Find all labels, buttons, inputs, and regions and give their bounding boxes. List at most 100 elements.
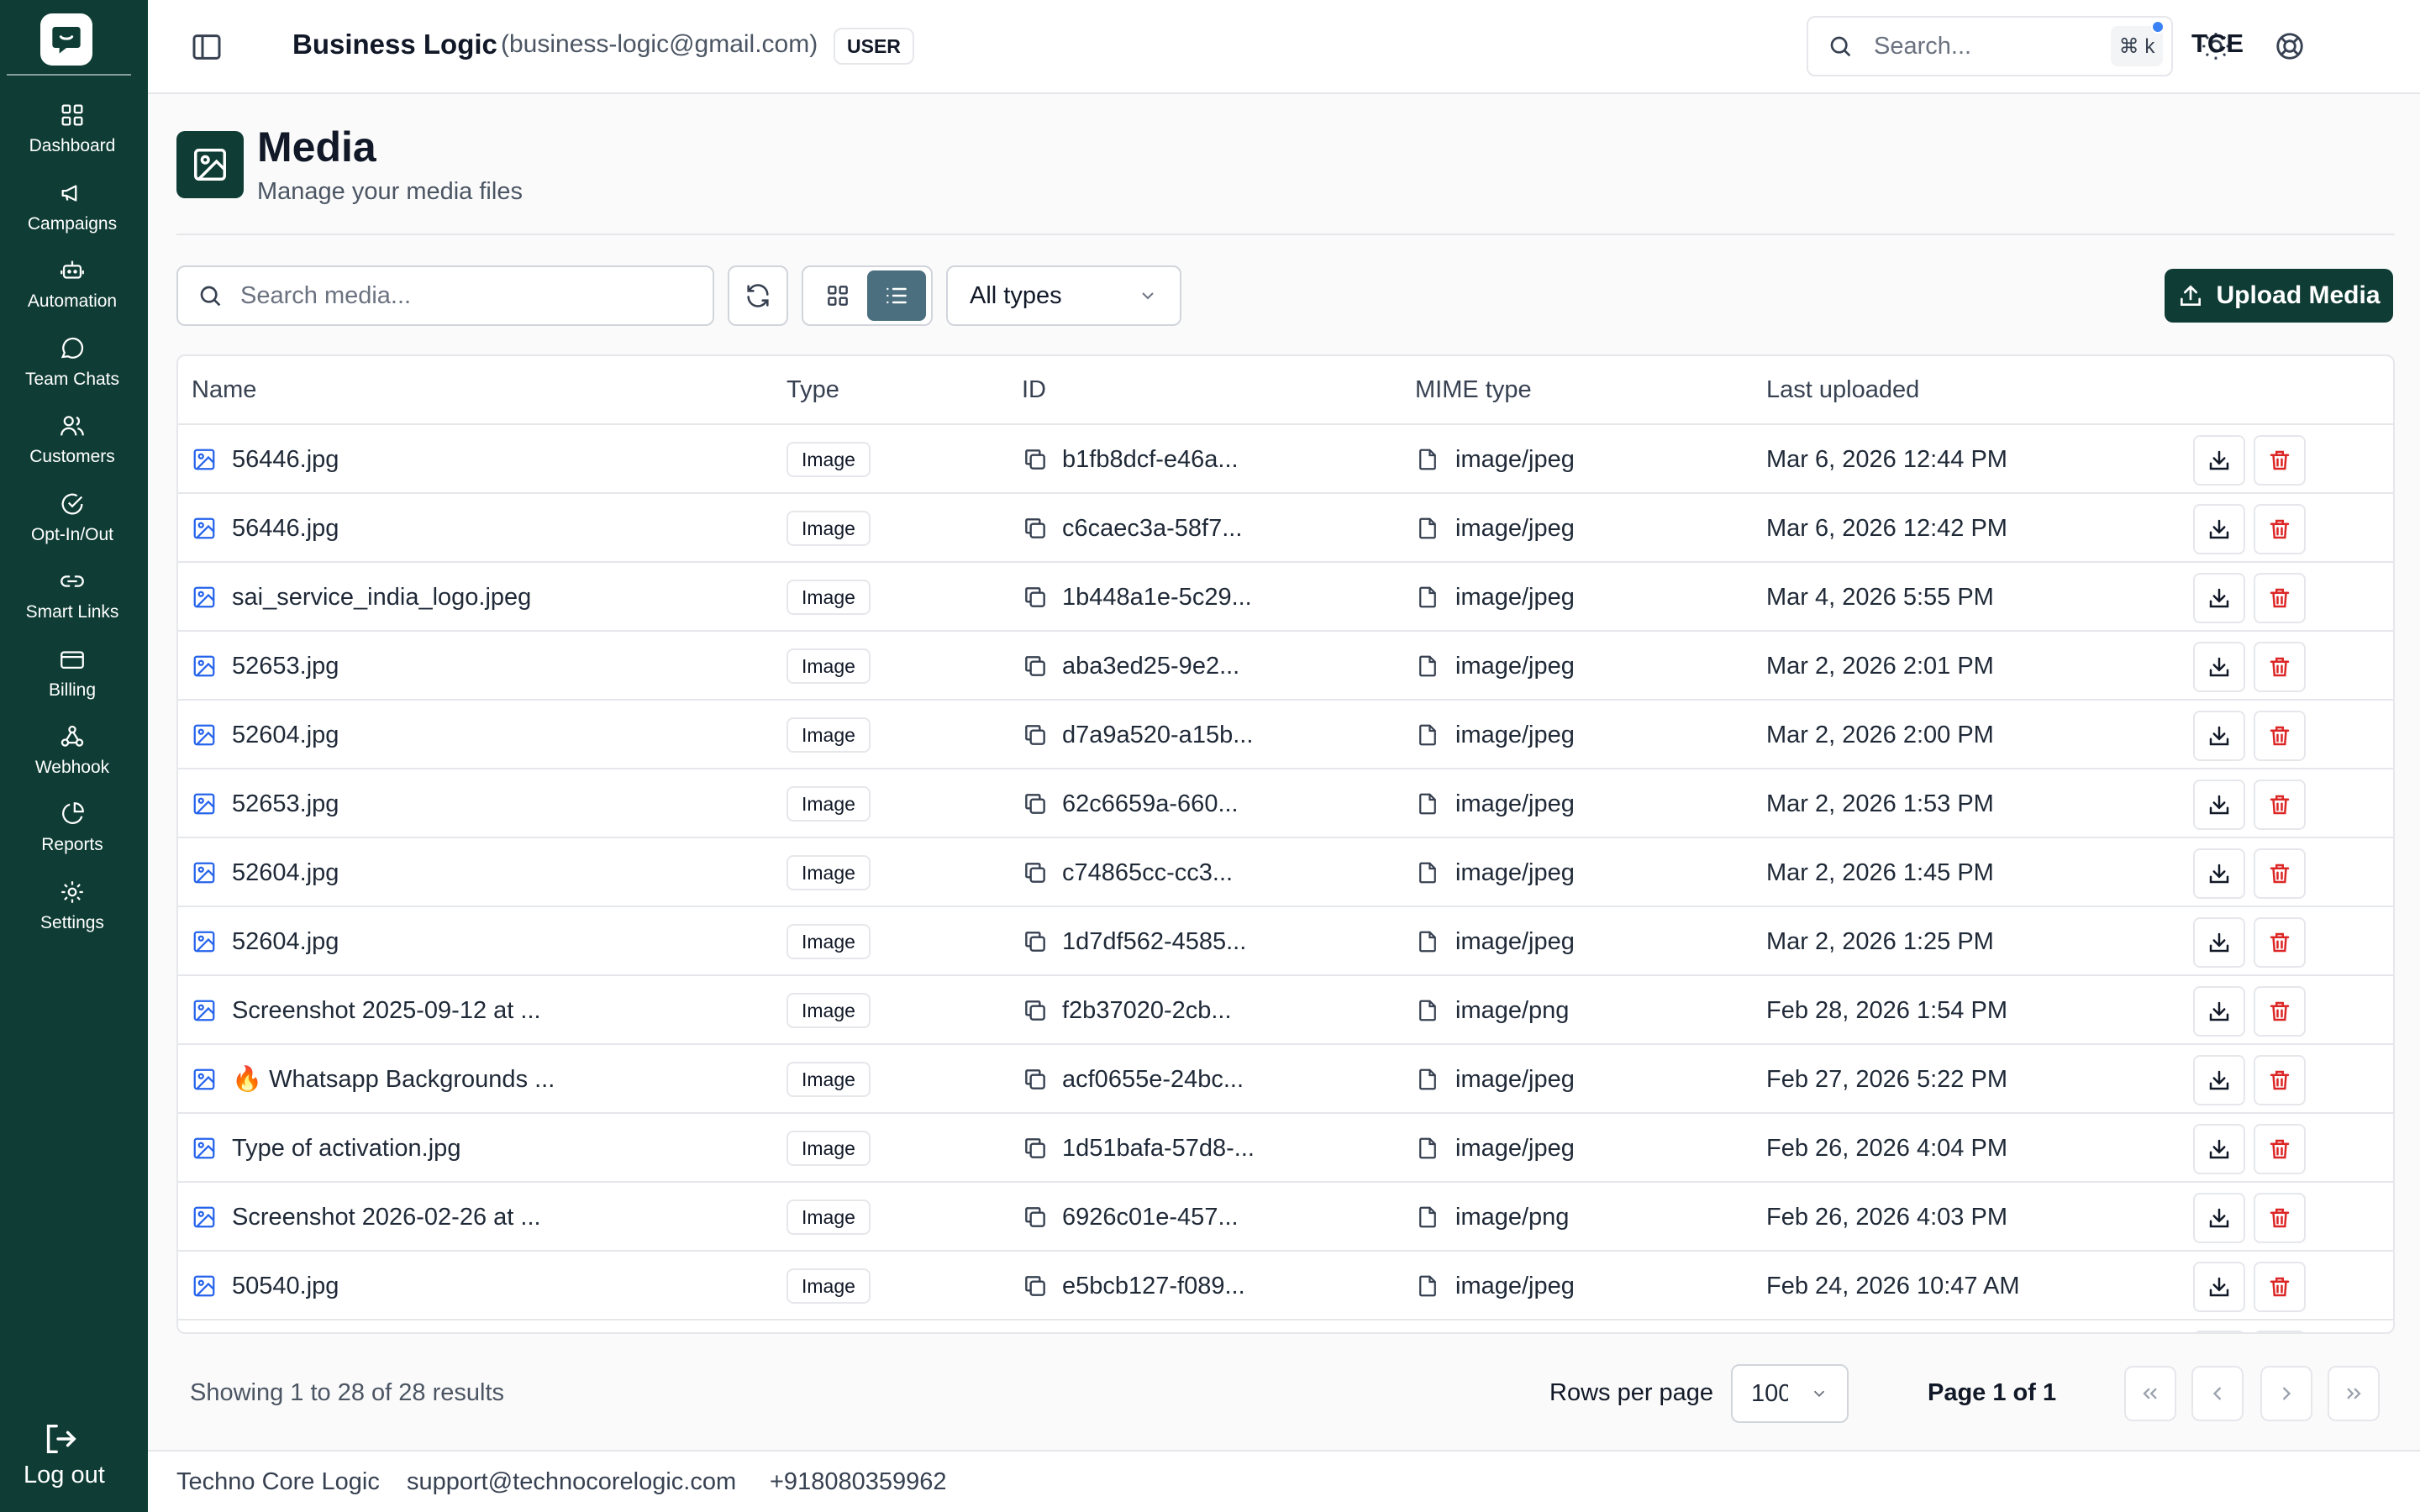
sidebar-item-opt-in-out[interactable]: Opt-In/Out <box>0 490 145 559</box>
column-header-name[interactable]: Name <box>192 376 256 404</box>
footer-phone[interactable]: +918080359962 <box>770 1468 946 1496</box>
table-row[interactable]: 52604.jpg Image d7a9a520-a15b... image/jpeg… <box>178 701 2393 769</box>
table-row[interactable]: 56446.jpg Image c6caec3a-58f7... image/jpeg… <box>178 494 2393 563</box>
table-row[interactable]: sai_service_india_logo.jpeg Image 1b448a1e… <box>178 563 2393 632</box>
copy-icon[interactable] <box>1022 928 1049 955</box>
user-initials[interactable]: TCE <box>2191 29 2244 59</box>
type-filter-select[interactable]: All types <box>946 265 1181 326</box>
sidebar-toggle-icon[interactable] <box>190 30 224 64</box>
list-view-button[interactable] <box>867 270 926 321</box>
table-row[interactable]: 52604.jpg Image c74865cc-cc3... image/jpeg M… <box>178 838 2393 907</box>
file-name[interactable]: 🔥 Whatsapp Backgrounds ... <box>232 1065 555 1094</box>
column-header-type[interactable]: Type <box>786 376 839 404</box>
refresh-button[interactable] <box>728 265 788 326</box>
copy-icon[interactable] <box>1022 997 1049 1024</box>
grid-view-button[interactable] <box>808 270 867 321</box>
sidebar-item-campaigns[interactable]: Campaigns <box>0 179 145 248</box>
sidebar-item-automation[interactable]: Automation <box>0 256 145 325</box>
download-button[interactable] <box>2193 848 2245 899</box>
copy-icon[interactable] <box>1022 859 1049 886</box>
file-name[interactable]: 52653.jpg <box>232 790 339 818</box>
delete-button[interactable] <box>2254 435 2306 486</box>
file-name[interactable]: 56446.jpg <box>232 446 339 474</box>
file-name[interactable]: Type of activation.jpg <box>232 1135 460 1163</box>
delete-button[interactable] <box>2254 573 2306 623</box>
download-button[interactable] <box>2193 435 2245 486</box>
file-name[interactable]: 56446.jpg <box>232 515 339 543</box>
first-page-button[interactable] <box>2124 1366 2176 1421</box>
download-button[interactable] <box>2193 573 2245 623</box>
file-name[interactable]: 52604.jpg <box>232 859 339 887</box>
table-row[interactable]: 52604.jpg Image 1d7df562-4585... image/jpeg… <box>178 907 2393 976</box>
footer-email[interactable]: support@technocorelogic.com <box>407 1468 736 1496</box>
delete-button[interactable] <box>2254 986 2306 1037</box>
delete-button[interactable] <box>2254 1055 2306 1105</box>
file-name[interactable]: 52604.jpg <box>232 928 339 956</box>
app-logo[interactable] <box>40 13 92 66</box>
file-name[interactable]: 52653.jpg <box>232 653 339 680</box>
table-row[interactable]: Screenshot 2025-09-12 at ... Image f2b3702… <box>178 976 2393 1045</box>
copy-icon[interactable] <box>1022 1204 1049 1231</box>
sidebar-item-reports[interactable]: Reports <box>0 800 145 869</box>
media-search-input[interactable]: Search media... <box>176 265 714 326</box>
file-name[interactable]: Screenshot 2026-02-26 at ... <box>232 1204 541 1231</box>
table-row[interactable]: Type of activation.jpg Image 1d51bafa-57d8… <box>178 1114 2393 1183</box>
copy-icon[interactable] <box>1022 515 1049 542</box>
delete-button[interactable] <box>2254 504 2306 554</box>
file-name[interactable]: 52604.jpg <box>232 722 339 749</box>
logout-button[interactable]: Log out <box>24 1420 124 1489</box>
delete-button[interactable] <box>2254 780 2306 830</box>
file-name[interactable]: 50540.jpg <box>232 1273 339 1300</box>
last-page-button[interactable] <box>2328 1366 2380 1421</box>
global-search[interactable]: Search... ⌘ k <box>1807 16 2173 76</box>
rows-per-page-select[interactable]: 100 <box>1731 1364 1849 1423</box>
table-row[interactable]: 52653.jpg Image aba3ed25-9e2... image/jpeg M… <box>178 632 2393 701</box>
table-row[interactable]: 🔥 Whatsapp Backgrounds ... Image acf0655e-… <box>178 1045 2393 1114</box>
delete-button[interactable] <box>2254 1331 2306 1332</box>
sidebar-item-webhook[interactable]: Webhook <box>0 722 145 791</box>
copy-icon[interactable] <box>1022 653 1049 680</box>
copy-icon[interactable] <box>1022 446 1049 473</box>
delete-button[interactable] <box>2254 1193 2306 1243</box>
upload-media-button[interactable]: Upload Media <box>2165 269 2393 323</box>
copy-icon[interactable] <box>1022 1273 1049 1299</box>
sidebar-item-dashboard[interactable]: Dashboard <box>0 101 145 170</box>
delete-button[interactable] <box>2254 1124 2306 1174</box>
download-button[interactable] <box>2193 711 2245 761</box>
sidebar-item-customers[interactable]: Customers <box>0 412 145 480</box>
download-button[interactable] <box>2193 1331 2245 1332</box>
copy-icon[interactable] <box>1022 1066 1049 1093</box>
column-header-uploaded[interactable]: Last uploaded <box>1766 376 1919 404</box>
download-button[interactable] <box>2193 1055 2245 1105</box>
next-page-button[interactable] <box>2260 1366 2312 1421</box>
file-name[interactable]: sai_service_india_logo.jpeg <box>232 584 531 612</box>
download-button[interactable] <box>2193 1124 2245 1174</box>
download-button[interactable] <box>2193 986 2245 1037</box>
download-button[interactable] <box>2193 1262 2245 1312</box>
table-row[interactable]: 56446.jpg Image b1fb8dcf-e46a... image/jpeg… <box>178 425 2393 494</box>
sidebar-item-settings[interactable]: Settings <box>0 878 145 947</box>
file-name[interactable]: Screenshot 2025-09-12 at ... <box>232 997 541 1025</box>
prev-page-button[interactable] <box>2191 1366 2244 1421</box>
download-button[interactable] <box>2193 780 2245 830</box>
copy-icon[interactable] <box>1022 584 1049 611</box>
table-row[interactable]: 52653.jpg Image 62c6659a-660... image/jpeg M… <box>178 769 2393 838</box>
column-header-mime[interactable]: MIME type <box>1415 376 1532 404</box>
download-button[interactable] <box>2193 1193 2245 1243</box>
copy-icon[interactable] <box>1022 1135 1049 1162</box>
column-header-id[interactable]: ID <box>1022 376 1046 404</box>
support-icon[interactable] <box>2274 30 2306 62</box>
table-row[interactable]: Screenshot 2026-02-26 at ... Image 6926c01… <box>178 1183 2393 1252</box>
table-row[interactable]: 50540.jpg Image e5bcb127-f089... image/jpeg… <box>178 1252 2393 1320</box>
delete-button[interactable] <box>2254 642 2306 692</box>
sidebar-item-smart-links[interactable]: Smart Links <box>0 567 145 636</box>
download-button[interactable] <box>2193 917 2245 968</box>
copy-icon[interactable] <box>1022 790 1049 817</box>
copy-icon[interactable] <box>1022 722 1049 748</box>
delete-button[interactable] <box>2254 711 2306 761</box>
delete-button[interactable] <box>2254 917 2306 968</box>
delete-button[interactable] <box>2254 848 2306 899</box>
sidebar-item-billing[interactable]: Billing <box>0 645 145 714</box>
sidebar-item-team-chats[interactable]: Team Chats <box>0 334 145 403</box>
download-button[interactable] <box>2193 504 2245 554</box>
